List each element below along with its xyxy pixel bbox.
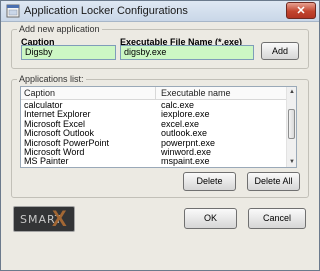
exe-input[interactable]: digsby.exe [120,45,254,60]
caption-input[interactable]: Digsby [21,45,116,60]
cancel-button[interactable]: Cancel [248,208,306,229]
list-header: Caption Executable name [21,87,286,100]
window-title: Application Locker Configurations [24,5,188,17]
list-item[interactable]: Nero Burning ROM nero.exe [21,166,286,167]
close-button[interactable]: ✕ [286,2,316,19]
applications-list[interactable]: Caption Executable name calculator calc.e… [20,86,297,168]
scroll-up-arrow-icon[interactable]: ▲ [287,87,296,97]
app-locker-window: Application Locker Configurations ✕ Add … [0,0,320,271]
ok-button[interactable]: OK [184,208,237,229]
vertical-scrollbar[interactable]: ▲ ▼ [286,87,296,167]
app-icon [6,4,20,18]
scroll-thumb[interactable] [288,109,295,139]
add-application-legend: Add new application [17,24,102,34]
close-icon: ✕ [296,5,306,17]
add-button[interactable]: Add [261,42,299,60]
logo-x-mark: X [52,206,67,231]
delete-button[interactable]: Delete [183,172,236,191]
column-header-caption[interactable]: Caption [24,88,55,98]
list-item-caption: Nero Burning ROM [24,166,101,167]
delete-all-button[interactable]: Delete All [247,172,300,191]
applications-list-legend: Applications list: [17,74,86,84]
scroll-down-arrow-icon[interactable]: ▼ [287,157,296,167]
smartx-logo: SMART X [13,206,75,232]
column-separator [155,87,156,99]
column-header-executable[interactable]: Executable name [161,88,231,98]
title-bar[interactable]: Application Locker Configurations ✕ [1,1,319,22]
list-item-executable: nero.exe [161,166,196,167]
